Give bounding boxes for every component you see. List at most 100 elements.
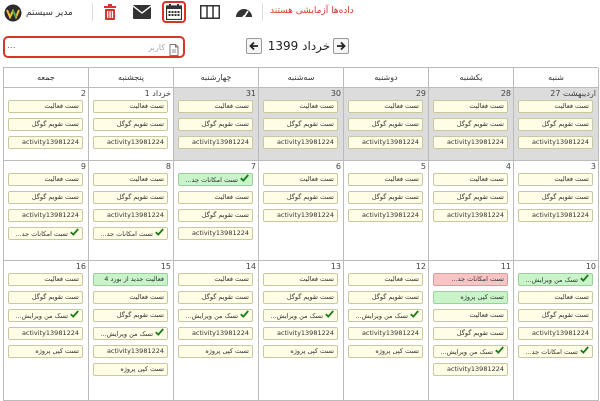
- event-item[interactable]: تسک من ویرایش...: [348, 309, 423, 322]
- day-cell[interactable]: 29 تست فعالیت تست تقویم گوگل activity139812…: [344, 88, 429, 161]
- event-item[interactable]: تست کپی پروژه: [263, 345, 338, 358]
- event-item[interactable]: تست فعالیت: [93, 291, 168, 304]
- event-item[interactable]: تست تقویم گوگل: [263, 291, 338, 304]
- dashboard-button[interactable]: [232, 1, 256, 23]
- event-item[interactable]: تست فعالیت: [518, 291, 593, 304]
- day-cell[interactable]: 28 تست فعالیت تست تقویم گوگل activity139812…: [429, 88, 514, 161]
- event-item[interactable]: تست کپی پروژه: [433, 291, 508, 304]
- event-item[interactable]: تست فعالیت: [263, 100, 338, 113]
- event-item[interactable]: تسک من ویرایش...: [8, 309, 83, 322]
- event-item[interactable]: تسک من ویرایش...: [263, 309, 338, 322]
- event-item[interactable]: activity13981224: [433, 136, 508, 149]
- event-item[interactable]: تست فعالیت: [8, 273, 83, 286]
- event-item[interactable]: activity13981224: [263, 209, 338, 222]
- event-item[interactable]: activity13981224: [263, 327, 338, 340]
- day-cell[interactable]: 5 تست فعالیت تست تقویم گوگل activity1398122…: [344, 161, 429, 261]
- event-item[interactable]: activity13981224: [93, 136, 168, 149]
- event-item[interactable]: تست فعالیت: [178, 273, 253, 286]
- event-item[interactable]: تست تقویم گوگل: [8, 291, 83, 304]
- event-item[interactable]: activity13981224: [518, 327, 593, 340]
- event-item[interactable]: activity13981224: [518, 136, 593, 149]
- event-item[interactable]: activity13981224: [348, 327, 423, 340]
- day-cell[interactable]: 9 تست فعالیت تست تقویم گوگل activity1398122…: [4, 161, 89, 261]
- delete-button[interactable]: [98, 1, 122, 23]
- event-item[interactable]: activity13981224: [178, 227, 253, 240]
- event-item[interactable]: تست امکانات جد...: [93, 227, 168, 240]
- event-item[interactable]: تسک من ویرایش...: [433, 345, 508, 358]
- event-item[interactable]: تست تقویم گوگل: [263, 191, 338, 204]
- event-item[interactable]: تست تقویم گوگل: [348, 191, 423, 204]
- event-item[interactable]: تست فعالیت: [433, 173, 508, 186]
- event-item[interactable]: تست امکانات جد...: [433, 273, 508, 286]
- event-item[interactable]: تست فعالیت: [178, 191, 253, 204]
- event-item[interactable]: activity13981224: [348, 209, 423, 222]
- event-item[interactable]: تست فعالیت: [93, 173, 168, 186]
- event-item[interactable]: تست تقویم گوگل: [348, 118, 423, 131]
- event-item[interactable]: تست تقویم گوگل: [93, 191, 168, 204]
- day-cell[interactable]: 30 تست فعالیت تست تقویم گوگل activity139812…: [259, 88, 344, 161]
- day-cell[interactable]: 27 اردیبهشت تست فعالیت تست تقویم گوگل activ…: [514, 88, 599, 161]
- event-item[interactable]: تسک من ویرایش...: [93, 327, 168, 340]
- event-item[interactable]: تست تقویم گوگل: [178, 209, 253, 222]
- event-item[interactable]: تست فعالیت: [8, 100, 83, 113]
- day-cell[interactable]: 7 تست امکانات جد... تست فعالیت تست تقویم گو…: [174, 161, 259, 261]
- event-item[interactable]: تست امکانات جد...: [178, 173, 253, 186]
- event-item[interactable]: تست فعالیت: [433, 309, 508, 322]
- day-cell[interactable]: 16 تست فعالیت تست تقویم گوگل تسک من ویرایش.…: [4, 261, 89, 401]
- event-item[interactable]: تست فعالیت: [348, 273, 423, 286]
- event-item[interactable]: تست تقویم گوگل: [433, 327, 508, 340]
- event-item[interactable]: تست تقویم گوگل: [348, 291, 423, 304]
- event-item[interactable]: تست تقویم گوگل: [518, 118, 593, 131]
- event-item[interactable]: تست تقویم گوگل: [93, 309, 168, 322]
- event-item[interactable]: تست فعالیت: [263, 273, 338, 286]
- event-item[interactable]: تست تقویم گوگل: [178, 291, 253, 304]
- event-item[interactable]: تست امکانات جد...: [8, 227, 83, 240]
- day-cell[interactable]: 4 تست فعالیت تست تقویم گوگل activity1398122…: [429, 161, 514, 261]
- more-options-button[interactable]: ...: [7, 40, 19, 54]
- event-item[interactable]: تست فعالیت: [178, 100, 253, 113]
- event-item[interactable]: تست تقویم گوگل: [8, 118, 83, 131]
- event-item[interactable]: تست تقویم گوگل: [433, 191, 508, 204]
- day-cell[interactable]: 10 تسک من ویرایش... تست فعالیت تست تقویم گو…: [514, 261, 599, 401]
- day-cell[interactable]: 3 تست فعالیت تست تقویم گوگل activity1398122…: [514, 161, 599, 261]
- event-item[interactable]: تست فعالیت: [433, 100, 508, 113]
- day-cell[interactable]: 8 تست فعالیت تست تقویم گوگل activity1398122…: [89, 161, 174, 261]
- day-cell[interactable]: 12 تست فعالیت تست تقویم گوگل تسک من ویرایش.…: [344, 261, 429, 401]
- user-search-input[interactable]: [23, 40, 165, 54]
- event-item[interactable]: activity13981224: [8, 327, 83, 340]
- day-cell[interactable]: 2 تست فعالیت تست تقویم گوگل activity1398122…: [4, 88, 89, 161]
- event-item[interactable]: activity13981224: [93, 345, 168, 358]
- event-item[interactable]: activity13981224: [518, 209, 593, 222]
- event-item[interactable]: تست فعالیت: [348, 100, 423, 113]
- event-item[interactable]: تست کپی پروژه: [93, 363, 168, 376]
- event-item[interactable]: تست تقویم گوگل: [518, 309, 593, 322]
- event-item[interactable]: تست تقویم گوگل: [433, 118, 508, 131]
- event-item[interactable]: activity13981224: [348, 136, 423, 149]
- columns-view-button[interactable]: [198, 1, 222, 23]
- event-item[interactable]: تست فعالیت: [263, 173, 338, 186]
- event-item[interactable]: تست فعالیت: [93, 100, 168, 113]
- day-cell[interactable]: 6 تست فعالیت تست تقویم گوگل activity1398122…: [259, 161, 344, 261]
- event-item[interactable]: تست فعالیت: [518, 100, 593, 113]
- event-item[interactable]: activity13981224: [433, 209, 508, 222]
- event-item[interactable]: تست تقویم گوگل: [93, 118, 168, 131]
- day-cell[interactable]: 13 تست فعالیت تست تقویم گوگل تسک من ویرایش.…: [259, 261, 344, 401]
- event-item[interactable]: تست تقویم گوگل: [178, 118, 253, 131]
- event-item[interactable]: activity13981224: [93, 209, 168, 222]
- event-item[interactable]: تست فعالیت: [518, 173, 593, 186]
- event-item[interactable]: activity13981224: [263, 136, 338, 149]
- event-item[interactable]: تست تقویم گوگل: [8, 191, 83, 204]
- event-item[interactable]: تست تقویم گوگل: [263, 118, 338, 131]
- user-menu[interactable]: مدیر سیستم: [4, 4, 78, 22]
- event-item[interactable]: تسک من ویرایش...: [518, 273, 593, 286]
- event-item[interactable]: تست امکانات جد...: [518, 345, 593, 358]
- event-item[interactable]: activity13981224: [178, 136, 253, 149]
- day-cell[interactable]: 1 خرداد تست فعالیت تست تقویم گوگل activity1…: [89, 88, 174, 161]
- event-item[interactable]: تست تقویم گوگل: [518, 191, 593, 204]
- day-cell[interactable]: 11 تست امکانات جد... تست کپی پروژه تست فعال…: [429, 261, 514, 401]
- event-item[interactable]: activity13981224: [433, 363, 508, 376]
- event-item[interactable]: activity13981224: [8, 136, 83, 149]
- day-cell[interactable]: 15 فعالیت جدید از بورد 4 تست فعالیت تست تقو…: [89, 261, 174, 401]
- event-item[interactable]: فعالیت جدید از بورد 4: [93, 273, 168, 286]
- event-item[interactable]: تسک من ویرایش...: [178, 309, 253, 322]
